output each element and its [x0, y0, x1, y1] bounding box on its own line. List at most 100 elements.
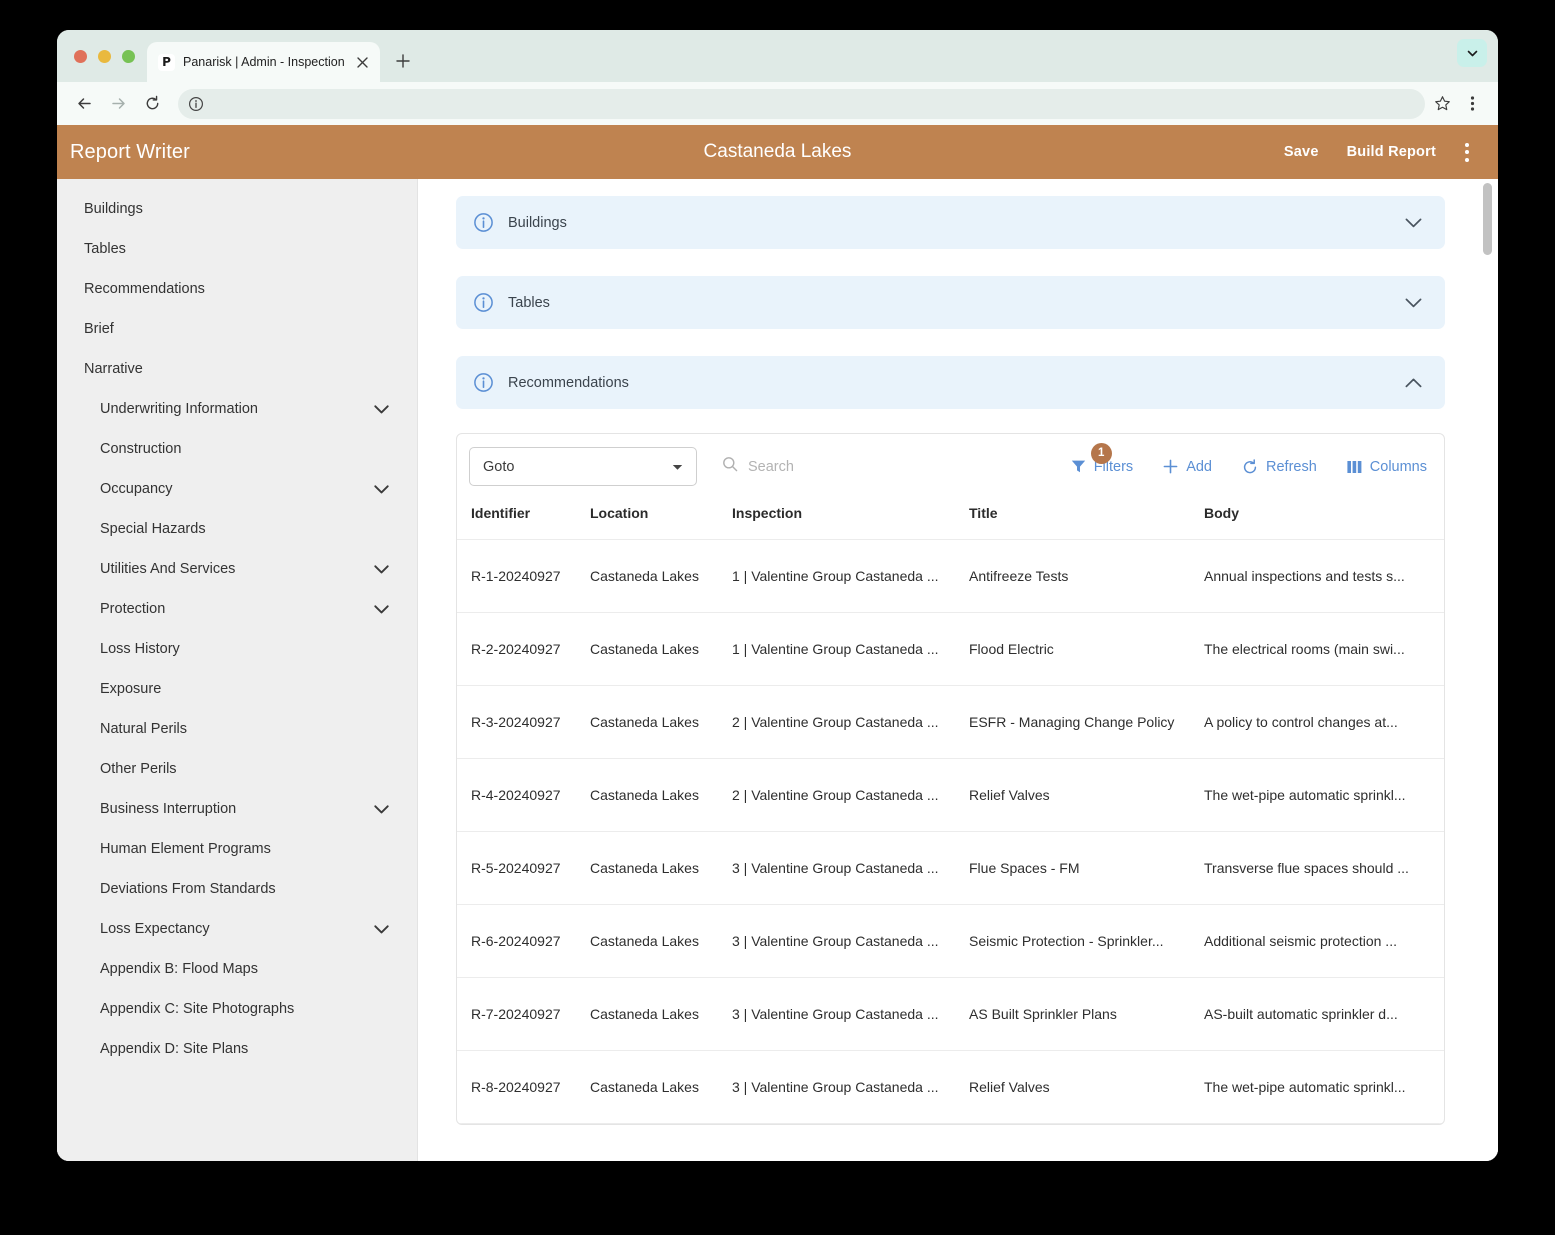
- sidebar-item-construction[interactable]: Construction: [57, 429, 417, 469]
- chevron-down-icon[interactable]: [1405, 298, 1422, 308]
- table-row[interactable]: R-5-20240927 Castaneda Lakes 3 | Valentine…: [457, 831, 1444, 905]
- chevron-down-icon[interactable]: [1405, 218, 1422, 228]
- chevron-down-icon[interactable]: [374, 604, 389, 614]
- table-row[interactable]: R-8-20240927 Castaneda Lakes 3 | Valentine…: [457, 1050, 1444, 1124]
- cell-identifier: R-3-20240927: [457, 685, 590, 759]
- recommendations-table: Identifier Location Inspection Title Bod…: [457, 499, 1444, 1124]
- sidebar-item-tables[interactable]: Tables: [57, 229, 417, 269]
- forward-arrow-icon[interactable]: [103, 89, 133, 119]
- cell-body: Annual inspections and tests s...: [1204, 539, 1444, 613]
- search-field[interactable]: Search: [722, 456, 794, 477]
- sidebar-item-human-element-programs[interactable]: Human Element Programs: [57, 829, 417, 869]
- chevron-down-icon[interactable]: [1457, 39, 1487, 67]
- cell-title: Relief Valves: [969, 758, 1204, 832]
- content-scrollbar[interactable]: [1483, 179, 1492, 1161]
- sidebar-item-label: Deviations From Standards: [100, 881, 276, 897]
- sidebar-item-deviations-from-standards[interactable]: Deviations From Standards: [57, 869, 417, 909]
- add-button[interactable]: Add: [1163, 459, 1212, 475]
- chevron-down-icon[interactable]: [374, 484, 389, 494]
- columns-button[interactable]: Columns: [1347, 459, 1427, 475]
- chevron-down-icon[interactable]: [374, 404, 389, 414]
- accordion-recommendations[interactable]: Recommendations: [456, 356, 1445, 409]
- table-head: Identifier Location Inspection Title Bod…: [457, 499, 1444, 540]
- cell-title: Relief Valves: [969, 1050, 1204, 1124]
- sidebar-item-label: Appendix C: Site Photographs: [100, 1001, 295, 1017]
- cell-location: Castaneda Lakes: [590, 539, 732, 613]
- sidebar-item-business-interruption[interactable]: Business Interruption: [57, 789, 417, 829]
- address-bar[interactable]: [178, 88, 1425, 119]
- sidebar-item-label: Protection: [100, 601, 166, 617]
- window-minimize-button[interactable]: [98, 50, 111, 63]
- sidebar-item-appendix-b-flood-maps[interactable]: Appendix B: Flood Maps: [57, 949, 417, 989]
- refresh-button[interactable]: Refresh: [1242, 459, 1317, 475]
- cell-identifier: R-6-20240927: [457, 904, 590, 978]
- sidebar-item-buildings[interactable]: Buildings: [57, 189, 417, 229]
- chevron-down-icon[interactable]: [374, 924, 389, 934]
- table-row[interactable]: R-7-20240927 Castaneda Lakes 3 | Valentine…: [457, 977, 1444, 1051]
- close-icon[interactable]: [353, 53, 371, 71]
- column-header-location[interactable]: Location: [590, 499, 732, 540]
- content-scrollbar-thumb[interactable]: [1483, 183, 1492, 255]
- cell-inspection: 3 | Valentine Group Castaneda ...: [732, 904, 969, 978]
- accordion-label: Recommendations: [508, 374, 629, 391]
- browser-tab[interactable]: P Panarisk | Admin - Inspection: [147, 42, 380, 82]
- filter-icon: [1071, 459, 1086, 474]
- sidebar-item-label: Construction: [100, 441, 182, 457]
- star-icon[interactable]: [1429, 91, 1455, 117]
- search-input[interactable]: Search: [748, 459, 794, 475]
- save-button[interactable]: Save: [1284, 144, 1319, 160]
- cell-inspection: 3 | Valentine Group Castaneda ...: [732, 977, 969, 1051]
- sidebar-item-appendix-d-site-plans[interactable]: Appendix D: Site Plans: [57, 1029, 417, 1069]
- back-arrow-icon[interactable]: [69, 89, 99, 119]
- sidebar-item-label: Appendix D: Site Plans: [100, 1041, 249, 1057]
- kebab-menu-icon[interactable]: [1458, 141, 1476, 163]
- info-circle-icon[interactable]: [184, 92, 208, 116]
- app-header-actions: Save Build Report: [1284, 141, 1476, 163]
- sidebar-item-occupancy[interactable]: Occupancy: [57, 469, 417, 509]
- sidebar-item-loss-expectancy[interactable]: Loss Expectancy: [57, 909, 417, 949]
- table-body: R-1-20240927 Castaneda Lakes 1 | Valentine…: [457, 539, 1444, 1124]
- sidebar-item-recommendations[interactable]: Recommendations: [57, 269, 417, 309]
- column-header-body[interactable]: Body: [1204, 499, 1444, 540]
- build-report-button[interactable]: Build Report: [1347, 144, 1436, 160]
- sidebar-item-natural-perils[interactable]: Natural Perils: [57, 709, 417, 749]
- chevron-up-icon[interactable]: [1405, 378, 1422, 388]
- refresh-button-label: Refresh: [1266, 458, 1317, 475]
- info-circle-icon: [473, 372, 494, 393]
- chevron-down-icon[interactable]: [374, 804, 389, 814]
- goto-select[interactable]: Goto: [469, 447, 697, 486]
- cell-body: AS-built automatic sprinkler d...: [1204, 977, 1444, 1051]
- sidebar-item-appendix-c-site-photographs[interactable]: Appendix C: Site Photographs: [57, 989, 417, 1029]
- sidebar-item-narrative[interactable]: Narrative: [57, 349, 417, 389]
- goto-select-value: Goto: [483, 458, 515, 475]
- column-header-inspection[interactable]: Inspection: [732, 499, 969, 540]
- accordion-buildings[interactable]: Buildings: [456, 196, 1445, 249]
- sidebar-item-protection[interactable]: Protection: [57, 589, 417, 629]
- table-row[interactable]: R-3-20240927 Castaneda Lakes 2 | Valentine…: [457, 685, 1444, 759]
- table-row[interactable]: R-2-20240927 Castaneda Lakes 1 | Valentine…: [457, 612, 1444, 686]
- kebab-menu-icon[interactable]: [1459, 91, 1485, 117]
- sidebar-item-other-perils[interactable]: Other Perils: [57, 749, 417, 789]
- column-header-identifier[interactable]: Identifier: [457, 499, 590, 540]
- sidebar-item-label: Utilities And Services: [100, 561, 236, 577]
- window-maximize-button[interactable]: [122, 50, 135, 63]
- browser-window: P Panarisk | Admin - Inspection Report W…: [57, 30, 1498, 1161]
- accordion-tables[interactable]: Tables: [456, 276, 1445, 329]
- filters-button[interactable]: Filters 1: [1071, 442, 1133, 475]
- sidebar-item-loss-history[interactable]: Loss History: [57, 629, 417, 669]
- sidebar-item-special-hazards[interactable]: Special Hazards: [57, 509, 417, 549]
- reload-icon[interactable]: [137, 89, 167, 119]
- table-header-row: Identifier Location Inspection Title Bod…: [457, 499, 1444, 540]
- sidebar-item-brief[interactable]: Brief: [57, 309, 417, 349]
- sidebar-item-utilities-and-services[interactable]: Utilities And Services: [57, 549, 417, 589]
- sidebar-item-exposure[interactable]: Exposure: [57, 669, 417, 709]
- table-row[interactable]: R-6-20240927 Castaneda Lakes 3 | Valentine…: [457, 904, 1444, 978]
- sidebar: Buildings Tables Recommendations Brief Narra…: [57, 179, 417, 1161]
- sidebar-item-underwriting-information[interactable]: Underwriting Information: [57, 389, 417, 429]
- column-header-title[interactable]: Title: [969, 499, 1204, 540]
- chevron-down-icon[interactable]: [374, 564, 389, 574]
- table-row[interactable]: R-4-20240927 Castaneda Lakes 2 | Valentine…: [457, 758, 1444, 832]
- window-close-button[interactable]: [74, 50, 87, 63]
- table-row[interactable]: R-1-20240927 Castaneda Lakes 1 | Valentine…: [457, 539, 1444, 613]
- new-tab-button[interactable]: [391, 49, 415, 73]
